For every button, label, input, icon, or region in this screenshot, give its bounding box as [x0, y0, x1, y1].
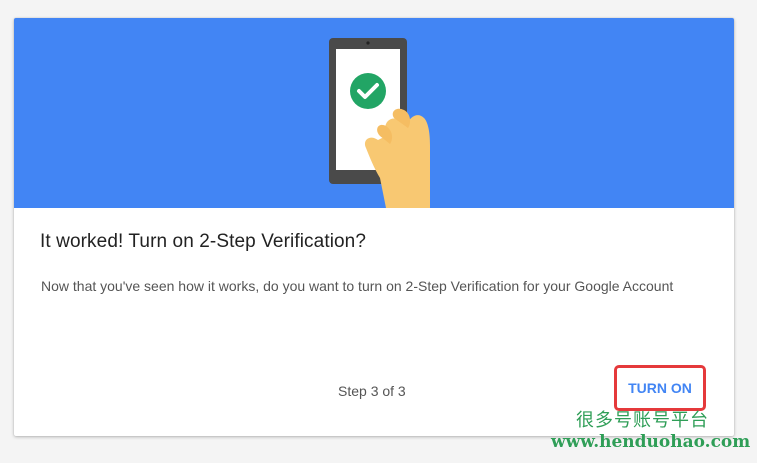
watermark-text: 很多号账号平台 — [576, 410, 709, 431]
check-circle-icon — [350, 73, 386, 109]
watermark-url: www.henduohao.com — [551, 432, 751, 452]
hero-banner — [14, 18, 734, 208]
step-indicator: Step 3 of 3 — [338, 383, 406, 399]
turn-on-button[interactable]: TURN ON — [614, 365, 706, 411]
turn-on-label: TURN ON — [628, 380, 692, 396]
page: It worked! Turn on 2-Step Verification? … — [0, 0, 757, 463]
dialog-description: Now that you've seen how it works, do yo… — [41, 278, 674, 294]
verification-dialog: It worked! Turn on 2-Step Verification? … — [14, 18, 734, 436]
phone-illustration — [329, 38, 430, 208]
dialog-title: It worked! Turn on 2-Step Verification? — [40, 231, 367, 252]
